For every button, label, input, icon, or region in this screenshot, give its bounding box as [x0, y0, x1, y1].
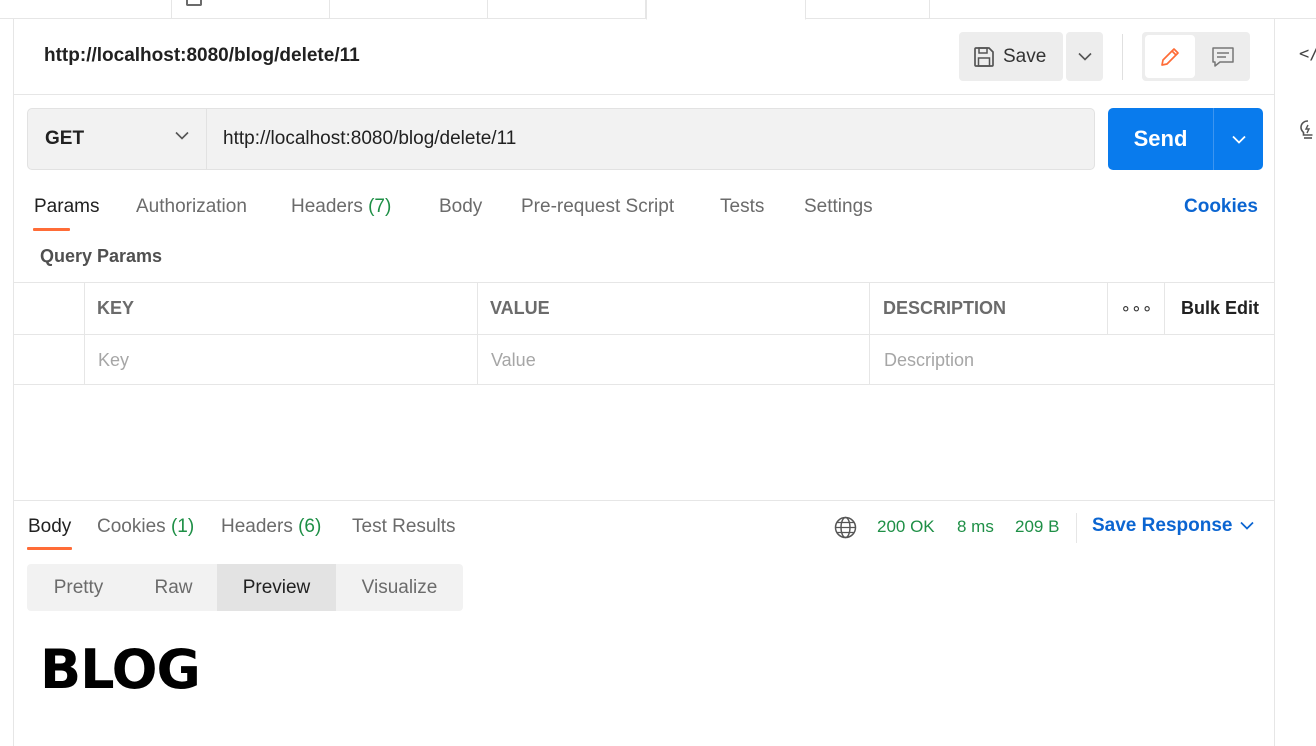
key-column-header: KEY — [97, 298, 135, 318]
divider — [14, 94, 1274, 95]
lightbulb-icon[interactable] — [1299, 119, 1316, 141]
headers-count: (7) — [368, 196, 392, 217]
param-value-input[interactable] — [491, 335, 861, 385]
tab-tests-label: Tests — [720, 196, 765, 217]
response-tab-body[interactable]: Body — [28, 516, 71, 538]
param-key-input[interactable] — [98, 335, 468, 385]
code-icon[interactable]: </ — [1299, 44, 1316, 64]
description-column-header: DESCRIPTION — [883, 298, 1007, 318]
pencil-icon — [1161, 47, 1179, 66]
mode-toggle-group — [1142, 32, 1250, 81]
save-label: Save — [1003, 45, 1047, 67]
cookies-link[interactable]: Cookies — [1184, 196, 1258, 218]
view-preview-button[interactable]: Preview — [217, 564, 336, 611]
view-pretty-button[interactable]: Pretty — [27, 564, 130, 611]
response-time[interactable]: 8 ms — [957, 517, 994, 537]
tab-strip — [0, 0, 1316, 20]
document-icon — [186, 0, 202, 6]
active-tab-indicator — [33, 228, 70, 231]
value-column-header: VALUE — [490, 298, 550, 318]
comment-mode-button[interactable] — [1198, 35, 1248, 78]
response-divider[interactable] — [14, 500, 1274, 501]
url-input[interactable] — [207, 108, 1095, 170]
tab-body[interactable]: Body — [439, 196, 482, 218]
tab-pre-request-label: Pre-request Script — [521, 196, 675, 217]
view-visualize-button[interactable]: Visualize — [336, 564, 463, 611]
preview-heading: BLOG — [40, 638, 201, 701]
request-tab[interactable] — [806, 0, 930, 19]
tab-tests[interactable]: Tests — [720, 196, 764, 218]
tab-authorization-label: Authorization — [136, 196, 247, 217]
floppy-disk-icon — [974, 46, 994, 67]
column-divider — [869, 283, 870, 385]
query-params-title: Query Params — [40, 246, 163, 266]
save-response-button[interactable]: Save Response — [1092, 515, 1232, 537]
save-button[interactable]: Save — [959, 32, 1063, 81]
response-size[interactable]: 209 B — [1015, 517, 1059, 537]
tab-params-label: Params — [34, 196, 100, 217]
globe-icon[interactable] — [834, 516, 857, 539]
column-divider — [84, 283, 85, 385]
active-tab-indicator — [27, 547, 72, 550]
chevron-down-icon[interactable] — [1240, 521, 1254, 530]
bulk-edit-button[interactable]: Bulk Edit — [1181, 298, 1259, 319]
response-tab-headers-label: Headers — [221, 516, 293, 537]
request-title: http://localhost:8080/blog/delete/11 — [44, 45, 360, 66]
response-tab-body-label: Body — [28, 516, 72, 537]
response-tab-headers[interactable]: Headers (6) — [221, 516, 321, 538]
param-description-input[interactable] — [884, 335, 1264, 385]
chevron-down-icon — [1231, 135, 1246, 144]
tab-headers[interactable]: Headers (7) — [291, 196, 391, 218]
save-options-button[interactable] — [1066, 32, 1103, 81]
tab-pre-request-script[interactable]: Pre-request Script — [521, 196, 674, 218]
response-view-selector: Pretty Raw Preview Visualize — [27, 564, 463, 611]
edit-mode-button[interactable] — [1145, 35, 1195, 78]
method-select[interactable]: GET — [27, 108, 207, 170]
request-tab[interactable] — [172, 0, 330, 19]
active-request-tab[interactable] — [646, 0, 806, 20]
tab-authorization[interactable]: Authorization — [136, 196, 247, 218]
chevron-down-icon — [175, 131, 189, 140]
tab-params[interactable]: Params — [34, 196, 99, 218]
response-tab-test-results-label: Test Results — [352, 516, 456, 537]
request-tab[interactable] — [330, 0, 488, 19]
tab-headers-label: Headers — [291, 196, 363, 217]
divider — [1076, 513, 1077, 543]
method-value: GET — [45, 128, 85, 149]
right-sidebar: </ — [1274, 19, 1316, 746]
query-params-table: KEY VALUE DESCRIPTION ∘∘∘ Bulk Edit — [14, 282, 1274, 385]
tab-settings[interactable]: Settings — [804, 196, 873, 218]
response-status[interactable]: 200 OK — [877, 517, 935, 537]
response-tab-cookies[interactable]: Cookies (1) — [97, 516, 194, 538]
tab-body-label: Body — [439, 196, 483, 217]
response-tab-cookies-label: Cookies — [97, 516, 166, 537]
response-headers-count: (6) — [298, 516, 322, 537]
divider — [1122, 34, 1123, 80]
response-tab-test-results[interactable]: Test Results — [352, 516, 455, 538]
send-options-button[interactable] — [1213, 108, 1263, 170]
left-edge — [0, 19, 14, 746]
cookies-count: (1) — [170, 516, 195, 537]
view-raw-button[interactable]: Raw — [130, 564, 217, 611]
send-button[interactable]: Send — [1108, 108, 1213, 170]
comment-icon — [1212, 46, 1234, 67]
tab-settings-label: Settings — [804, 196, 873, 217]
more-options-button[interactable]: ∘∘∘ — [1108, 283, 1165, 334]
chevron-down-icon — [1077, 52, 1092, 61]
column-divider — [477, 283, 478, 385]
request-tab[interactable] — [0, 0, 172, 19]
request-tab[interactable] — [488, 0, 646, 19]
